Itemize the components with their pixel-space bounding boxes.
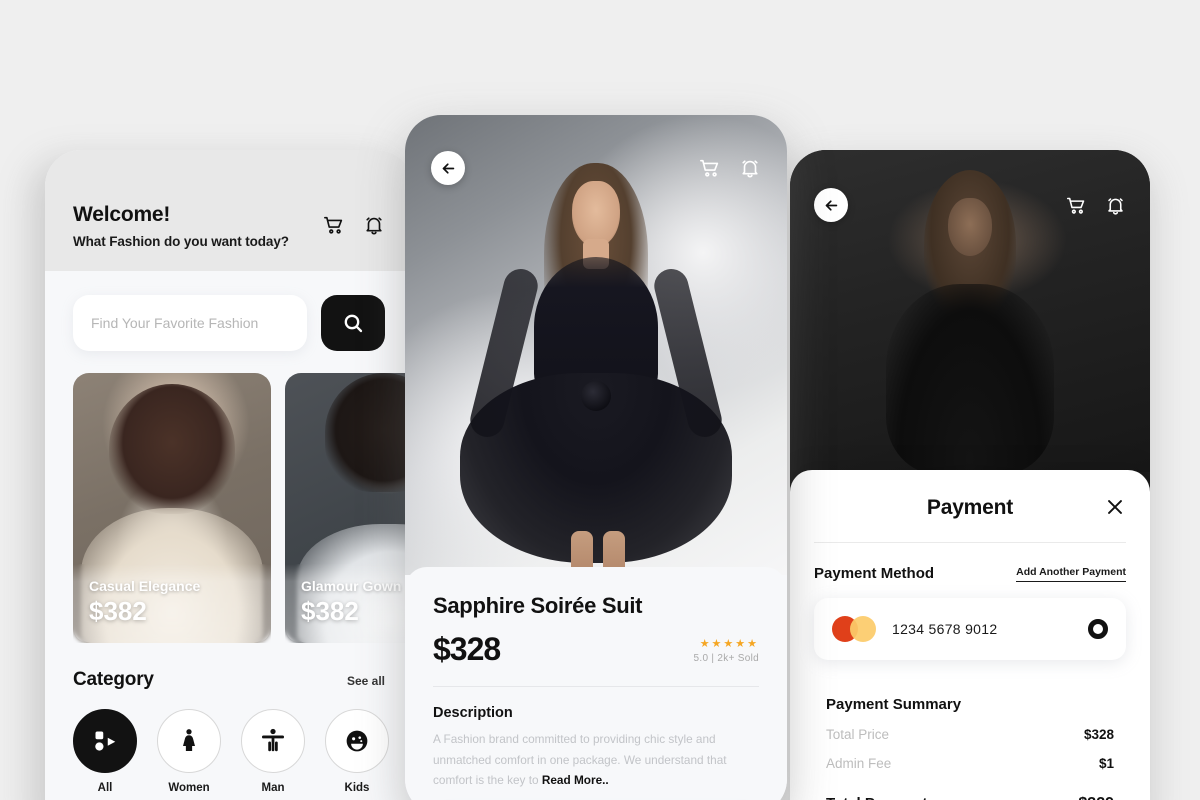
baby-face-icon [346, 730, 368, 752]
summary-value: $328 [1083, 727, 1114, 742]
search-input[interactable] [91, 315, 289, 332]
add-another-payment-link[interactable]: Add Another Payment [1016, 566, 1126, 582]
summary-value: $1 [1098, 756, 1114, 771]
search-icon [344, 314, 363, 333]
summary-total-value: $329 [1078, 795, 1114, 800]
payment-topbar-icons [1066, 195, 1126, 216]
product-hero-image [405, 115, 787, 575]
payment-summary-title: Payment Summary [826, 696, 962, 713]
search-button[interactable] [321, 295, 385, 352]
product-card-overlay: Glamour Gown $382 [285, 564, 413, 644]
product-title: Sapphire Soirée Suit [433, 593, 643, 618]
payment-topbar [790, 150, 1150, 222]
detail-topbar-icons [699, 157, 761, 179]
back-arrow-icon [825, 199, 837, 211]
shapes-icon [95, 731, 116, 751]
payment-hero-image [790, 150, 1150, 472]
detail-topbar [405, 115, 787, 185]
category-icon-wrap[interactable] [241, 709, 305, 774]
screen-root: Welcome! What Fashion do you want today? [0, 0, 1200, 800]
product-price-row: $328 ★★★★★ 5.0 | 2k+ Sold [433, 631, 759, 668]
product-name: Glamour Gown [301, 578, 402, 595]
category-label: Man [261, 782, 285, 795]
summary-row: Total Price $328 [814, 727, 1126, 742]
featured-products-row: Casual Elegance $382 Glamour Gown $382 [73, 373, 413, 644]
description-title: Description [433, 705, 513, 721]
product-detail-sheet: Sapphire Soirée Suit $328 ★★★★★ 5.0 | 2k… [405, 567, 787, 800]
product-card[interactable]: Glamour Gown $382 [285, 373, 413, 644]
payment-card-radio[interactable] [1088, 619, 1108, 639]
rating-stars: ★★★★★ [699, 638, 759, 650]
summary-label: Admin Fee [826, 756, 892, 771]
category-label: Women [168, 782, 210, 795]
model-dress [886, 284, 1054, 472]
cart-icon[interactable] [1066, 195, 1087, 216]
summary-total-label: Total Payment [826, 795, 927, 800]
product-price: $328 [433, 631, 501, 667]
payment-phone-screen: Payment Payment Method Add Another Payme… [790, 150, 1150, 800]
category-item-kids[interactable]: Kids [325, 709, 389, 794]
product-name: Casual Elegance [89, 578, 201, 595]
divider [433, 686, 759, 687]
rating-meta: 5.0 | 2k+ Sold [693, 653, 759, 664]
payment-method-title: Payment Method [814, 565, 935, 582]
category-title: Category [73, 669, 154, 691]
product-card[interactable]: Casual Elegance $382 [73, 373, 271, 644]
summary-row: Admin Fee $1 [814, 756, 1126, 771]
man-icon [262, 729, 284, 752]
product-card-overlay: Casual Elegance $382 [73, 564, 271, 644]
category-icon-wrap[interactable] [325, 709, 389, 774]
mastercard-icon [832, 616, 876, 642]
woman-icon [183, 729, 195, 752]
home-body: Casual Elegance $382 Glamour Gown $382 C… [45, 271, 413, 795]
description-text: A Fashion brand committed to providing c… [433, 729, 759, 791]
bell-icon[interactable] [363, 214, 385, 236]
category-icon-wrap[interactable] [73, 709, 137, 774]
payment-card-row[interactable]: 1234 5678 9012 [814, 598, 1126, 660]
product-rating: ★★★★★ 5.0 | 2k+ Sold [694, 637, 759, 668]
summary-label: Total Price [826, 727, 890, 742]
cart-icon[interactable] [699, 157, 721, 179]
category-item-man[interactable]: Man [241, 709, 305, 794]
payment-sheet-header: Payment [814, 496, 1126, 543]
category-item-women[interactable]: Women [157, 709, 221, 794]
category-item-all[interactable]: All [73, 709, 137, 794]
cart-icon[interactable] [323, 214, 345, 236]
model-face [572, 181, 620, 247]
close-icon[interactable] [1104, 496, 1126, 518]
home-phone-screen: Welcome! What Fashion do you want today? [45, 150, 413, 800]
product-detail-phone-screen: Sapphire Soirée Suit $328 ★★★★★ 5.0 | 2k… [405, 115, 787, 800]
payment-sheet: Payment Payment Method Add Another Payme… [790, 470, 1150, 800]
search-field[interactable] [73, 295, 307, 352]
back-button[interactable] [814, 188, 848, 222]
payment-method-header: Payment Method Add Another Payment [814, 565, 1126, 582]
home-greeting-block: Welcome! What Fashion do you want today? [73, 202, 289, 249]
product-model-photo [431, 155, 761, 575]
bell-icon[interactable] [739, 157, 761, 179]
category-label: All [97, 782, 113, 795]
product-price: $382 [301, 596, 359, 627]
search-row [73, 271, 385, 352]
back-arrow-icon [442, 162, 454, 174]
payment-card-number: 1234 5678 9012 [892, 621, 998, 637]
category-row: All Women Man Kids [73, 709, 389, 794]
summary-total-row: Total Payment $329 [814, 795, 1126, 800]
home-header-icons [323, 202, 385, 236]
product-price: $382 [89, 596, 147, 627]
bell-icon[interactable] [1105, 195, 1126, 216]
welcome-subtitle: What Fashion do you want today? [73, 234, 289, 250]
back-button[interactable] [431, 151, 465, 185]
category-header: Category See all [73, 669, 385, 691]
category-label: Kids [344, 782, 370, 795]
read-more-link[interactable]: Read More.. [542, 773, 609, 787]
welcome-title: Welcome! [73, 203, 171, 226]
home-header: Welcome! What Fashion do you want today? [45, 150, 413, 272]
category-see-all-link[interactable]: See all [347, 674, 385, 688]
category-icon-wrap[interactable] [157, 709, 221, 774]
dress-flower-detail [581, 381, 611, 411]
payment-title: Payment [926, 496, 1014, 519]
